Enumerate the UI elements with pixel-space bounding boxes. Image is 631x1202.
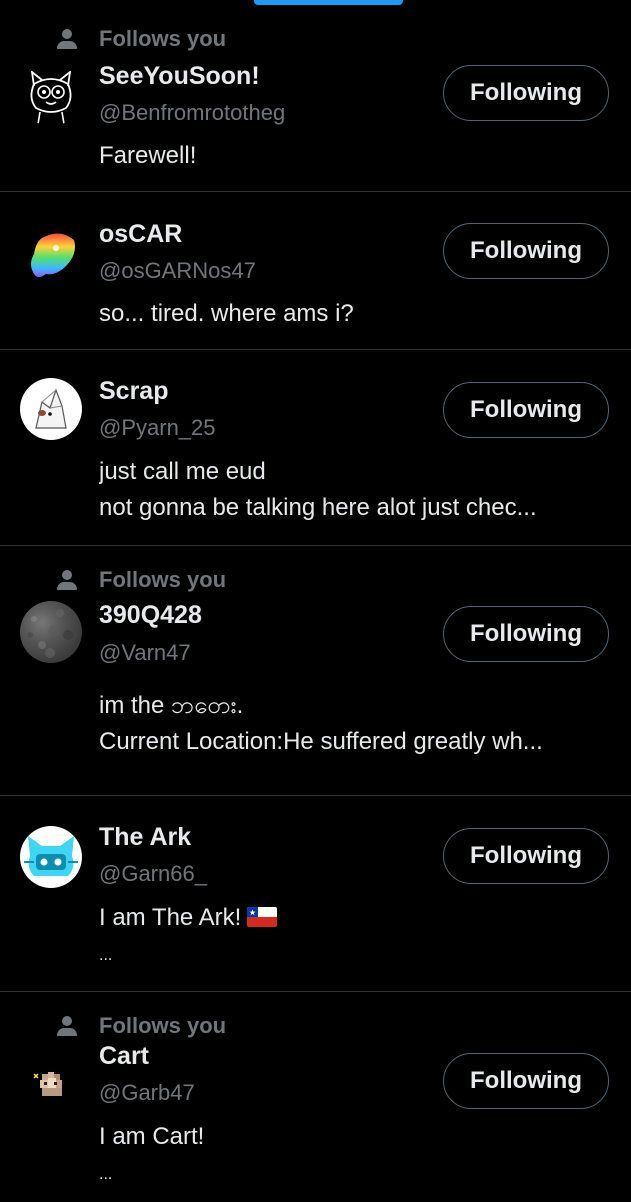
- user-handle[interactable]: @Varn47: [99, 640, 191, 666]
- follows-you-label: Follows you: [99, 567, 227, 592]
- follows-you-label: Follows you: [99, 26, 227, 51]
- bio-line: just call me eud: [99, 458, 266, 485]
- bio-line: I am Cart!: [99, 1123, 205, 1150]
- bio-line: ...: [99, 947, 113, 964]
- avatar[interactable]: [20, 224, 82, 286]
- cat-doodle-avatar: [30, 69, 72, 125]
- display-name[interactable]: osCAR: [99, 220, 182, 249]
- rainbow-avatar: [31, 233, 75, 277]
- person-icon: [56, 28, 78, 50]
- display-name[interactable]: 390Q428: [99, 601, 202, 630]
- bio-line: so... tired. where ams i?: [99, 300, 354, 327]
- following-list: Follows you SeeYouSoon! @Benfromrototheg…: [0, 0, 631, 1202]
- bio-line: Farewell!: [99, 142, 197, 169]
- bio-line: Current Location:He suffered greatly wh.…: [99, 728, 543, 755]
- display-name[interactable]: Scrap: [99, 377, 168, 406]
- following-button[interactable]: Following: [443, 606, 609, 662]
- user-handle[interactable]: @Garb47: [99, 1080, 195, 1106]
- follows-you-indicator: Follows you: [56, 1013, 226, 1039]
- cyan-robot-cat-avatar: [24, 836, 78, 876]
- avatar[interactable]: [20, 64, 82, 126]
- following-button[interactable]: Following: [443, 65, 609, 121]
- user-bio: im the ဘဝေား. Current Location:He suffer…: [99, 688, 609, 760]
- follows-you-indicator: Follows you: [56, 567, 226, 593]
- user-bio: just call me eud not gonna be talking he…: [99, 454, 609, 526]
- user-row[interactable]: Follows you Cart @Garb47 Following I am …: [0, 992, 631, 1202]
- user-bio: Farewell!: [99, 138, 609, 174]
- following-button[interactable]: Following: [443, 223, 609, 279]
- bio-line: not gonna be talking here alot just chec…: [99, 494, 537, 521]
- display-name[interactable]: Cart: [99, 1042, 149, 1071]
- display-name[interactable]: The Ark: [99, 823, 191, 852]
- bio-line: im the ဘဝေား.: [99, 692, 244, 719]
- follows-you-label: Follows you: [99, 1013, 227, 1038]
- following-button[interactable]: Following: [443, 1053, 609, 1109]
- avatar[interactable]: [20, 601, 82, 663]
- bio-text: I am The Ark!: [99, 904, 242, 931]
- user-handle[interactable]: @Pyarn_25: [99, 415, 216, 441]
- grey-noise-avatar: [27, 609, 73, 658]
- display-name[interactable]: SeeYouSoon!: [99, 62, 260, 91]
- user-bio: I am Cart! ...: [99, 1119, 609, 1195]
- user-row[interactable]: osCAR @osGARNos47 Following so... tired.…: [0, 192, 631, 350]
- follows-you-indicator: Follows you: [56, 26, 226, 52]
- avatar[interactable]: [20, 1050, 82, 1112]
- following-button[interactable]: Following: [443, 382, 609, 438]
- paper-fox-avatar: [35, 388, 67, 429]
- user-row[interactable]: Follows you SeeYouSoon! @Benfromrototheg…: [0, 0, 631, 192]
- following-button[interactable]: Following: [443, 828, 609, 884]
- chile-flag-icon: [247, 907, 278, 927]
- bio-line: I am The Ark!: [99, 900, 609, 936]
- bio-line: ...: [99, 1166, 113, 1183]
- avatar[interactable]: [20, 826, 82, 888]
- user-handle[interactable]: @Benfromrototheg: [99, 100, 285, 126]
- avatar[interactable]: [20, 378, 82, 440]
- user-row[interactable]: Scrap @Pyarn_25 Following just call me e…: [0, 350, 631, 546]
- pixel-cat-avatar: [33, 1072, 62, 1096]
- person-icon: [56, 569, 78, 591]
- user-row[interactable]: The Ark @Garn66_ Following I am The Ark!…: [0, 796, 631, 992]
- user-handle[interactable]: @Garn66_: [99, 861, 207, 887]
- person-icon: [56, 1015, 78, 1037]
- user-bio: so... tired. where ams i?: [99, 296, 609, 332]
- user-row[interactable]: Follows you 390Q428 @Varn47 Following im…: [0, 546, 631, 796]
- user-bio: I am The Ark! ...: [99, 900, 609, 976]
- user-handle[interactable]: @osGARNos47: [99, 258, 256, 284]
